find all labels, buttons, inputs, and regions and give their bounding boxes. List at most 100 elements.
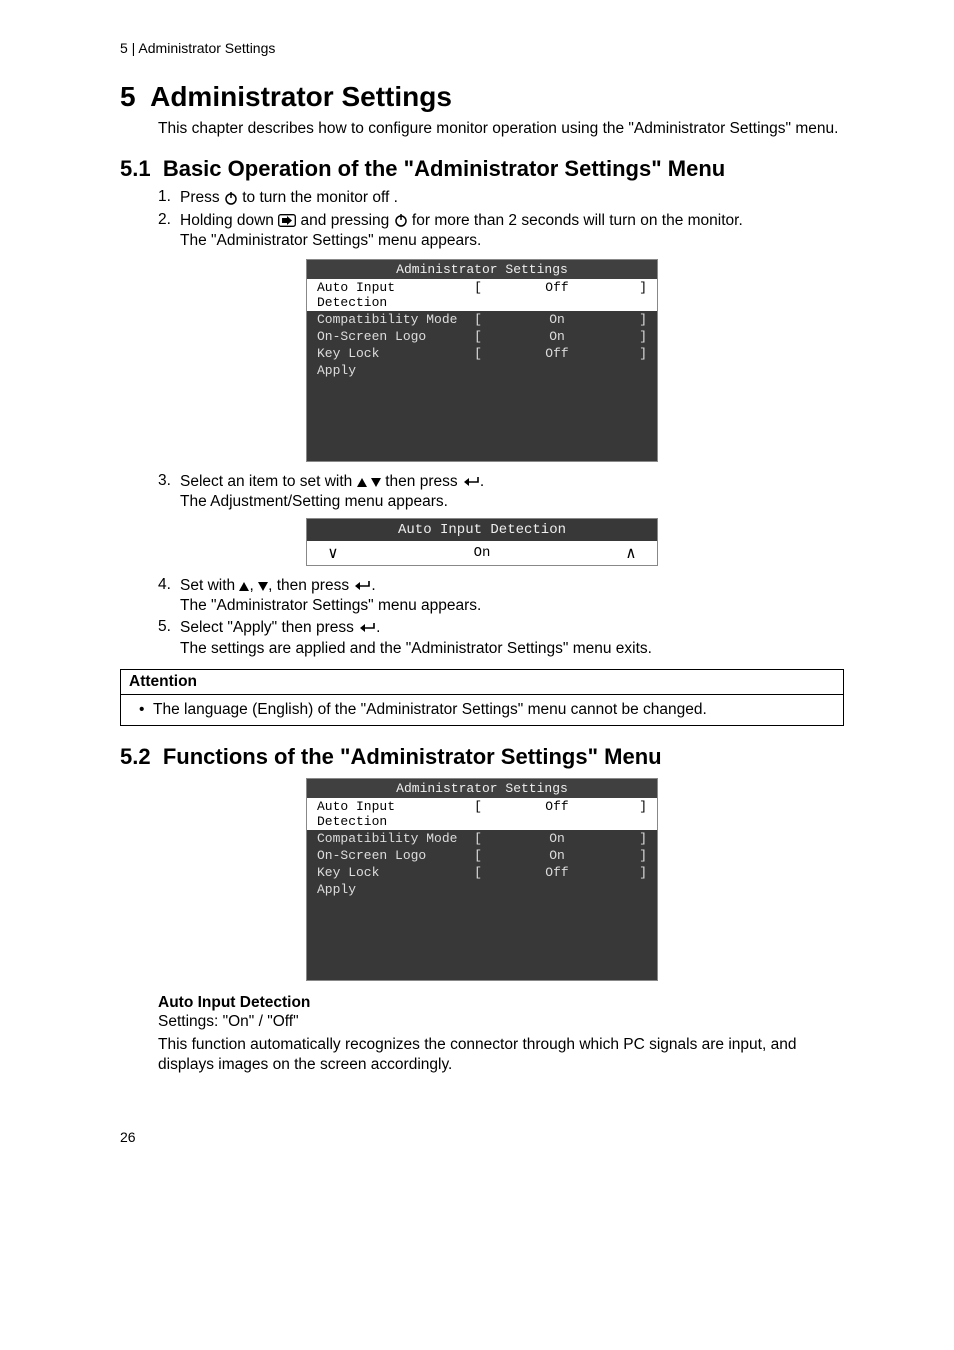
chapter-intro: This chapter describes how to configure … [158,119,844,138]
bracket-open: [ [467,312,489,327]
item-description: This function automatically recognizes t… [158,1035,844,1074]
step-number: 1. [158,188,180,208]
attention-heading: Attention [121,670,843,695]
menu-title: Administrator Settings [307,779,657,798]
step-text: Select "Apply" then press [180,619,358,636]
bracket-close: ] [625,848,647,863]
chevron-down-icon: ∨ [319,543,347,563]
bracket-open: [ [467,848,489,863]
adjustment-menu-title: Auto Input Detection [307,519,657,541]
menu-row-label: On-Screen Logo [317,329,467,344]
menu-row-keylock: Key Lock [ Off ] [307,864,657,881]
bracket-close: ] [625,312,647,327]
adjustment-value: On [347,545,617,561]
step-text: Holding down [180,212,278,229]
bracket-close: ] [625,280,647,310]
down-arrow-icon [258,582,268,591]
menu-row-logo: On-Screen Logo [ On ] [307,847,657,864]
step-text: Press [180,189,224,206]
chapter-heading: 5 Administrator Settings [120,81,844,113]
step-text: . [480,473,484,490]
step-subtext: The Adjustment/Setting menu appears. [180,492,844,512]
enter-icon [353,580,371,592]
step-number: 5. [158,618,180,658]
settings-line: Settings: "On" / "Off" [158,1012,844,1031]
power-icon [224,191,238,205]
menu-row-label: Apply [317,363,467,378]
bracket-close: ] [625,799,647,829]
input-button-icon [278,214,296,227]
menu-row-label: Apply [317,882,467,897]
section-heading-5-2: 5.2 Functions of the "Administrator Sett… [120,744,844,770]
bracket-open: [ [467,329,489,344]
section-number: 5.2 [120,744,151,769]
step-subtext: The settings are applied and the "Admini… [180,639,844,659]
up-arrow-icon [357,478,367,487]
page-header: 5 | Administrator Settings [120,40,844,56]
menu-row-apply: Apply [307,881,657,898]
admin-settings-menu-figure: Administrator Settings Auto Input Detect… [306,259,658,462]
up-arrow-icon [239,582,249,591]
menu-row-label: Auto Input Detection [317,280,467,310]
section-title-text: Basic Operation of the "Administrator Se… [163,156,725,181]
bracket-open: [ [467,831,489,846]
step-text: Set with [180,577,239,594]
menu-row-label: Key Lock [317,346,467,361]
section-heading-5-1: 5.1 Basic Operation of the "Administrato… [120,156,844,182]
menu-row-auto-input: Auto Input Detection [ Off ] [307,279,657,311]
menu-row-keylock: Key Lock [ Off ] [307,345,657,362]
step-text: and pressing [301,212,394,229]
menu-row-apply: Apply [307,362,657,379]
menu-row-label: Compatibility Mode [317,831,467,846]
attention-text: The language (English) of the "Administr… [153,701,707,719]
bullet-point: • [139,701,153,719]
step-4: 4. Set with , , then press . The "Admini… [158,576,844,616]
step-text: . [376,619,380,636]
enter-icon [462,476,480,488]
power-icon [394,213,408,227]
menu-row-value: On [489,848,625,863]
step-2: 2. Holding down and pressing for more th… [158,211,844,251]
menu-row-label: On-Screen Logo [317,848,467,863]
step-text: . [371,577,375,594]
bracket-close: ] [625,346,647,361]
admin-settings-menu-figure-2: Administrator Settings Auto Input Detect… [306,778,658,981]
bracket-close: ] [625,329,647,344]
chapter-title-text: Administrator Settings [150,81,452,112]
step-number: 2. [158,211,180,251]
bracket-open: [ [467,280,489,310]
menu-row-value: Off [489,346,625,361]
page-number: 26 [120,1129,844,1145]
bracket-open: [ [467,346,489,361]
menu-row-label: Compatibility Mode [317,312,467,327]
step-text: Select an item to set with [180,473,357,490]
chapter-number: 5 [120,81,136,112]
step-subtext: The "Administrator Settings" menu appear… [180,231,844,251]
step-number: 3. [158,472,180,512]
step-subtext: The "Administrator Settings" menu appear… [180,596,844,616]
chevron-up-icon: ∧ [617,543,645,563]
menu-row-compat: Compatibility Mode [ On ] [307,311,657,328]
step-number: 4. [158,576,180,616]
menu-title: Administrator Settings [307,260,657,279]
down-arrow-icon [371,478,381,487]
bracket-open: [ [467,865,489,880]
menu-row-value: On [489,312,625,327]
menu-row-value: Off [489,865,625,880]
bracket-open: [ [467,799,489,829]
menu-row-value: On [489,831,625,846]
section-title-text: Functions of the "Administrator Settings… [163,744,662,769]
bracket-close: ] [625,831,647,846]
step-text: to turn the monitor off . [242,189,398,206]
step-text: for more than 2 seconds will turn on the… [412,212,743,229]
menu-row-logo: On-Screen Logo [ On ] [307,328,657,345]
menu-row-value: On [489,329,625,344]
step-text: , then press [268,577,353,594]
section-number: 5.1 [120,156,151,181]
item-heading-auto-input: Auto Input Detection [158,993,844,1012]
step-text: then press [385,473,462,490]
menu-row-label: Auto Input Detection [317,799,467,829]
enter-icon [358,622,376,634]
menu-row-auto-input: Auto Input Detection [ Off ] [307,798,657,830]
step-1: 1. Press to turn the monitor off . [158,188,844,208]
